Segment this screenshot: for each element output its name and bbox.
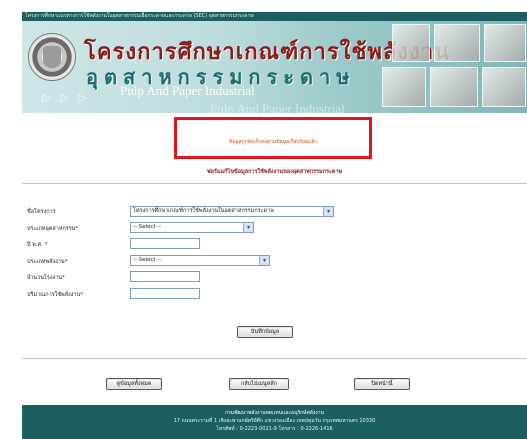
footer-department: กรมพัฒนาพลังงานทดแทนและอนุรักษ์พลังงาน bbox=[225, 410, 324, 416]
banner-photo bbox=[482, 67, 526, 107]
department-logo bbox=[28, 33, 76, 81]
banner-photo bbox=[382, 67, 426, 107]
energy-usage-input[interactable] bbox=[130, 288, 200, 299]
year-input[interactable] bbox=[130, 238, 200, 249]
back-home-button[interactable]: กลับไปเมนูหลัก bbox=[229, 378, 289, 390]
chevron-down-icon[interactable]: ▾ bbox=[259, 256, 269, 265]
banner-english-title-faded: Pulp And Paper Industrial bbox=[210, 101, 345, 113]
banner-photo bbox=[484, 24, 526, 62]
chevron-down-icon[interactable]: ▾ bbox=[323, 207, 333, 216]
factory-count-input[interactable] bbox=[130, 271, 200, 282]
success-message: ข้อมูลถูกจัดเก็บลงฐานข้อมูลเรียบร้อยแล้ว bbox=[228, 139, 318, 145]
banner-english-title: Pulp And Paper Industrial bbox=[120, 83, 255, 98]
browser-top-text bbox=[22, 0, 527, 12]
page: โครงการศึกษาแนวทางการใช้พลังงานในอุตสาหก… bbox=[0, 0, 527, 439]
project-name-value: โครงการศึกษาเกณฑ์การใช้พลังงานในอุตสาหกร… bbox=[133, 208, 274, 214]
view-all-button[interactable]: ดูข้อมูลทั้งหมด bbox=[106, 378, 162, 390]
project-name-label: ชื่อโครงการ bbox=[27, 209, 56, 215]
project-name-select[interactable]: โครงการศึกษาเกณฑ์การใช้พลังงานในอุตสาหกร… bbox=[130, 206, 334, 217]
divider bbox=[22, 183, 527, 184]
industry-type-label: ประเภทอุตสาหกรรม* bbox=[27, 226, 79, 232]
industry-type-select[interactable]: -- Select -- ▾ bbox=[130, 222, 254, 233]
energy-type-value: -- Select -- bbox=[133, 257, 162, 263]
banner-photo bbox=[434, 24, 480, 62]
chevron-down-icon[interactable]: ▾ bbox=[243, 223, 253, 232]
factory-count-label: จำนวนโรงงาน* bbox=[27, 275, 65, 281]
close-window-button[interactable]: ปิดหน้านี้ bbox=[354, 378, 410, 390]
divider bbox=[22, 358, 527, 359]
footer: กรมพัฒนาพลังงานทดแทนและอนุรักษ์พลังงาน 1… bbox=[22, 405, 527, 439]
banner-deco-arrows: ▷ ▷ ▷ bbox=[42, 91, 90, 104]
header-banner: โครงการศึกษาเกณฑ์การใช้พลังงาน อุตสาหกรร… bbox=[22, 21, 527, 113]
energy-usage-label: ปริมาณการใช้พลังงาน* bbox=[27, 292, 84, 298]
industry-type-value: -- Select -- bbox=[133, 224, 162, 230]
form-title: ฟอร์มแก้ไขข้อมูลการใช้พลังงานของอุตสาหกร… bbox=[206, 169, 343, 175]
header-strip: โครงการศึกษาแนวทางการใช้พลังงานในอุตสาหก… bbox=[22, 12, 527, 21]
save-button[interactable]: บันทึกข้อมูล bbox=[237, 326, 293, 338]
banner-photo bbox=[392, 24, 430, 62]
footer-phone: โทรศัพท์ : 0-2223-0021-9 โทรสาร : 0-2226… bbox=[216, 426, 333, 432]
footer-address: 17 ถนนพระรามที่ 1 เชิงสะพานกษัตริย์ศึก แ… bbox=[173, 418, 376, 424]
year-label: ปี พ.ศ. * bbox=[27, 242, 48, 248]
banner-photo bbox=[430, 67, 478, 107]
energy-type-label: ประเภทพลังงาน* bbox=[27, 259, 68, 265]
energy-type-select[interactable]: -- Select -- ▾ bbox=[130, 255, 270, 266]
